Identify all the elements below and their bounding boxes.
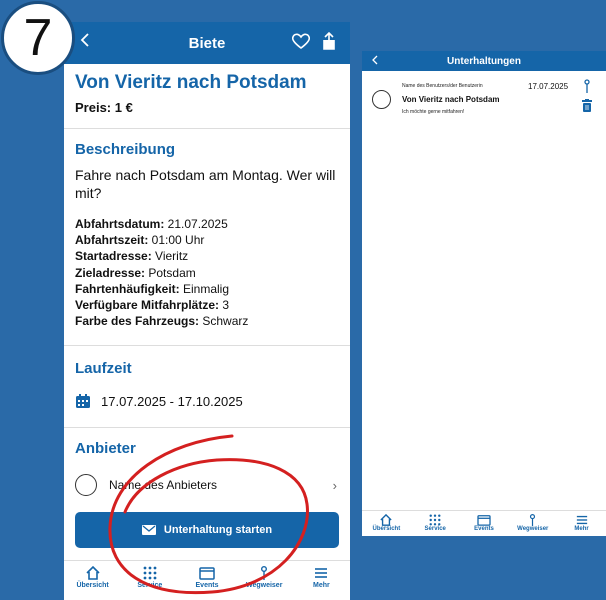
detail-label: Farbe des Fahrzeugs: [75, 314, 200, 329]
detail-row: Abfahrtszeit: 01:00 Uhr [75, 232, 339, 248]
pin-icon [530, 514, 536, 526]
provider-heading: Anbieter [75, 440, 136, 458]
description-heading: Beschreibung [75, 141, 176, 158]
detail-row: Zieladresse: Potsdam [75, 265, 339, 281]
tab-wayfinder[interactable]: Wegweiser [236, 566, 293, 600]
tab-service[interactable]: Service [121, 566, 178, 600]
tab-service[interactable]: Service [411, 514, 460, 532]
detail-label: Startadresse: [75, 249, 152, 264]
detail-row: Abfahrtsdatum: 21.07.2025 [75, 216, 339, 232]
tab-more[interactable]: Mehr [293, 566, 350, 600]
trash-icon[interactable] [581, 99, 593, 117]
detail-value: Vieritz [151, 249, 189, 264]
conversation-user-name: Name des Benutzers/der Benutzerin [402, 83, 483, 89]
envelope-icon [141, 525, 156, 535]
tab-label: Events [474, 526, 494, 532]
start-conversation-button[interactable]: Unterhaltung starten [75, 512, 339, 548]
runtime-row: 17.07.2025 - 17.10.2025 [75, 393, 339, 409]
detail-label: Abfahrtszeit: [75, 233, 149, 248]
chevron-right-icon: › [332, 477, 337, 493]
conversation-avatar-placeholder [372, 90, 391, 109]
tab-label: Wegweiser [517, 526, 549, 532]
divider [64, 427, 350, 429]
offer-title: Von Vieritz nach Potsdam [75, 72, 307, 93]
back-icon[interactable] [372, 55, 378, 68]
tab-more[interactable]: Mehr [557, 514, 606, 532]
home-icon [86, 566, 100, 580]
tab-label: Service [424, 526, 446, 532]
header-bar: Biete [64, 22, 350, 64]
conversation-title: Von Vieritz nach Potsdam [402, 95, 500, 104]
heart-icon[interactable] [291, 33, 311, 54]
provider-row[interactable]: Name des Anbieters › [75, 465, 339, 505]
detail-value: 21.07.2025 [164, 217, 228, 231]
tab-label: Mehr [313, 582, 330, 589]
tab-label: Service [137, 582, 163, 589]
calendar-icon [76, 394, 90, 409]
provider-avatar-placeholder [75, 474, 97, 497]
calendar-icon [477, 515, 491, 526]
grid-dots-icon [143, 566, 157, 580]
home-icon [380, 514, 393, 526]
back-icon[interactable] [80, 32, 90, 53]
tab-events[interactable]: Events [178, 566, 235, 600]
tab-overview[interactable]: Übersicht [64, 566, 121, 600]
detail-label: Abfahrtsdatum: [75, 217, 165, 231]
grid-dots-icon [429, 514, 441, 526]
pin-icon[interactable] [583, 79, 591, 98]
bottom-tab-bar: Übersicht Service Events Wegweiser Mehr [362, 510, 606, 536]
detail-row: Farbe des Fahrzeugs: Schwarz [75, 313, 339, 329]
start-conversation-label: Unterhaltung starten [163, 524, 273, 536]
tab-wayfinder[interactable]: Wegweiser [508, 514, 557, 532]
detail-row: Fahrtenhäufigkeit: Einmalig [75, 281, 339, 297]
calendar-icon [199, 567, 215, 580]
provider-name: Name des Anbieters [109, 478, 218, 493]
conversations-screen: Unterhaltungen Name des Benutzers/der Be… [362, 51, 606, 536]
header-title: Unterhaltungen [447, 55, 521, 67]
detail-label: Fahrtenhäufigkeit: [75, 281, 180, 296]
conversation-date: 17.07.2025 [528, 82, 569, 91]
detail-value: 3 [219, 298, 230, 313]
offer-detail-screen: Biete Von Vieritz nach Potsdam Preis: 1 … [64, 22, 350, 600]
conversation-item[interactable]: Name des Benutzers/der Benutzerin 17.07.… [362, 71, 606, 121]
pin-icon [261, 566, 268, 580]
detail-row: Verfügbare Mitfahrplätze: 3 [75, 297, 339, 313]
tab-label: Übersicht [372, 526, 401, 532]
tab-events[interactable]: Events [460, 514, 509, 532]
tab-label: Mehr [574, 526, 589, 532]
divider [64, 128, 350, 129]
bottom-tab-bar: Übersicht Service Events Wegweiser Mehr [64, 560, 350, 600]
header-bar: Unterhaltungen [362, 51, 606, 71]
menu-icon [576, 515, 587, 525]
tab-label: Events [195, 582, 219, 589]
conversation-message: Ich möchte gerne mitfahren! [402, 109, 465, 115]
ride-details: Abfahrtsdatum: 21.07.2025 Abfahrtszeit: … [75, 216, 339, 329]
runtime-heading: Laufzeit [75, 360, 132, 378]
detail-label: Verfügbare Mitfahrplätze: [75, 298, 220, 313]
step-number-badge: 7 [1, 1, 75, 75]
menu-icon [315, 568, 328, 578]
tab-overview[interactable]: Übersicht [362, 514, 411, 532]
divider [64, 345, 350, 347]
detail-row: Startadresse: Vieritz [75, 248, 339, 264]
tab-label: Übersicht [76, 582, 109, 589]
detail-value: Schwarz [199, 314, 249, 329]
header-title: Biete [188, 34, 226, 52]
price-text: Preis: 1 € [75, 100, 133, 115]
runtime-value: 17.07.2025 - 17.10.2025 [101, 393, 243, 409]
detail-value: Potsdam [145, 265, 196, 280]
detail-value: Einmalig [179, 281, 230, 296]
tab-label: Wegweiser [245, 582, 283, 589]
detail-value: 01:00 Uhr [148, 233, 205, 248]
description-text: Fahre nach Potsdam am Montag. Wer will m… [75, 167, 336, 201]
share-icon[interactable] [322, 31, 336, 55]
detail-label: Zieladresse: [75, 265, 146, 280]
